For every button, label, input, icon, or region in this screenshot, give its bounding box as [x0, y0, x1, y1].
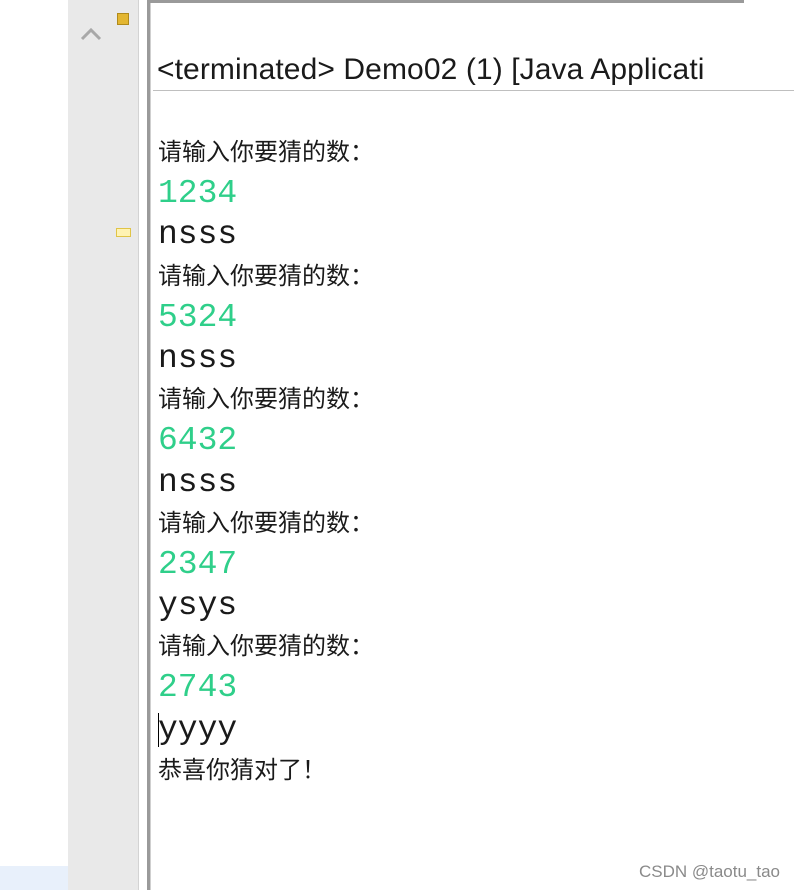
prompt-text: 请输入你要猜的数： [158, 261, 374, 290]
console-line: 2743 [158, 667, 778, 708]
console-line: 恭喜你猜对了！ [158, 750, 778, 791]
console-line: 请输入你要猜的数： [158, 503, 778, 544]
user-input-text: 2743 [158, 669, 238, 707]
warning-marker[interactable] [117, 13, 129, 25]
console-line: nsss [158, 338, 778, 379]
watermark: CSDN @taotu_tao [638, 862, 780, 881]
console-line: 请输入你要猜的数： [158, 132, 778, 173]
console-output[interactable]: 请输入你要猜的数： 1234 nsss 请输入你要猜的数： 5324 nsss … [158, 132, 778, 791]
console-line: ysys [158, 585, 778, 626]
text-caret [158, 712, 159, 747]
console-line: 请输入你要猜的数： [158, 256, 778, 297]
console-line: 请输入你要猜的数： [158, 379, 778, 420]
console-title: <terminated> Demo02 (1) [Java Applicati [157, 53, 705, 86]
console-line: nsss [158, 214, 778, 255]
console-line: nsss [158, 462, 778, 503]
console-header: <terminated> Demo02 (1) [Java Applicati [153, 40, 794, 91]
editor-ruler [68, 0, 139, 890]
prompt-text: 请输入你要猜的数： [158, 385, 374, 414]
console-line: yyyy [158, 709, 778, 750]
console-line: 1234 [158, 173, 778, 214]
user-input-text: 5324 [158, 298, 238, 336]
selected-row-highlight [0, 866, 68, 890]
console-line: 5324 [158, 297, 778, 338]
result-text: nsss [158, 216, 238, 254]
user-input-text: 1234 [158, 175, 238, 213]
result-text: nsss [158, 339, 238, 377]
prompt-text: 请输入你要猜的数： [158, 138, 374, 166]
console-line: 请输入你要猜的数： [158, 626, 778, 667]
user-input-text: 2347 [158, 545, 238, 583]
prompt-text: 请输入你要猜的数： [158, 632, 374, 661]
result-text: ysys [158, 587, 238, 625]
ruler-gap [139, 0, 147, 890]
chevron-up-icon[interactable] [80, 24, 102, 44]
console-line: 2347 [158, 544, 778, 585]
success-message: 恭喜你猜对了！ [158, 755, 326, 784]
occurrence-marker[interactable] [116, 228, 131, 237]
result-text: nsss [158, 463, 238, 501]
console-line: 6432 [158, 420, 778, 461]
left-panel [0, 0, 68, 890]
result-text: yyyy [158, 710, 238, 748]
prompt-text: 请输入你要猜的数： [158, 508, 374, 537]
user-input-text: 6432 [158, 422, 238, 460]
